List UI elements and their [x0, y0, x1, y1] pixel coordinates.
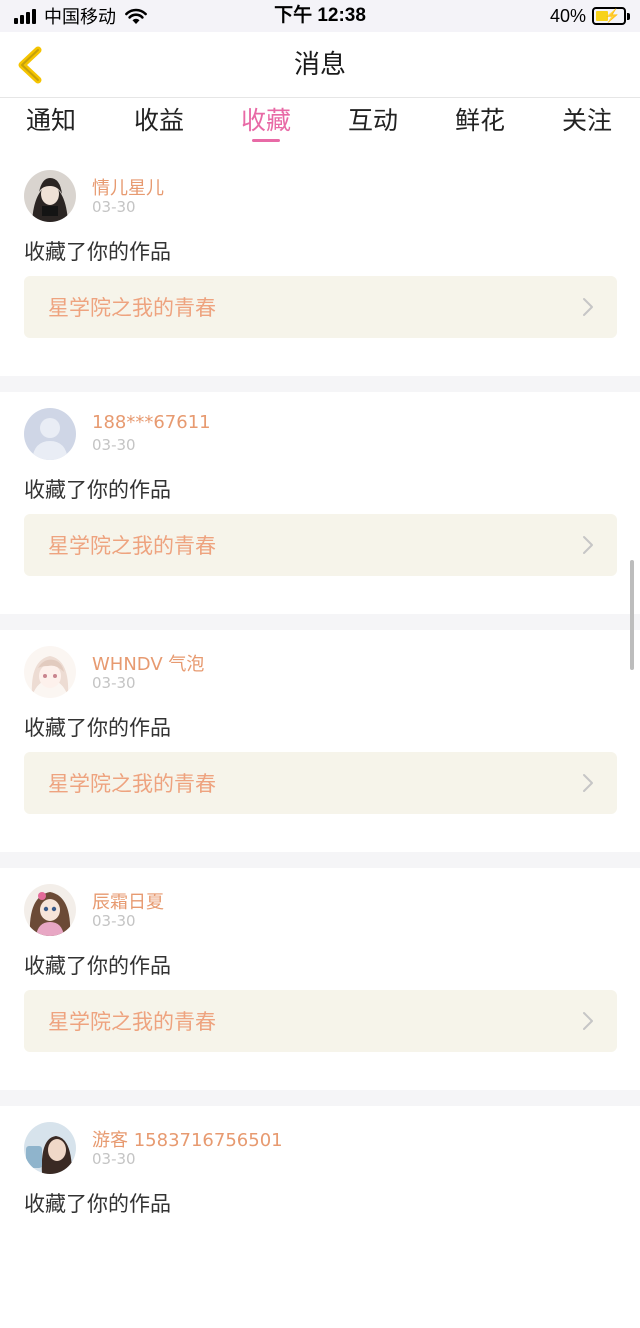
- work-title: 星学院之我的青春: [48, 772, 216, 796]
- tab-favorites[interactable]: 收藏: [221, 98, 311, 148]
- avatar[interactable]: [24, 1122, 76, 1174]
- username[interactable]: 情儿星儿: [92, 174, 164, 200]
- message-card: 游客 1583716756501 03-30 收藏了你的作品: [0, 1106, 640, 1328]
- work-link[interactable]: 星学院之我的青春: [24, 276, 617, 338]
- message-date: 03-30: [92, 912, 136, 930]
- card-separator: [0, 1090, 640, 1106]
- work-title: 星学院之我的青春: [48, 534, 216, 558]
- tab-flowers[interactable]: 鲜花: [435, 98, 525, 148]
- anime-girl-avatar: [24, 646, 76, 698]
- message-card: 188***67611 03-30 收藏了你的作品 星学院之我的青春: [0, 392, 640, 614]
- user-photo-avatar: [24, 1122, 76, 1174]
- battery-cap: [627, 12, 630, 20]
- avatar[interactable]: [24, 408, 76, 460]
- message-list: 情儿星儿 03-30 收藏了你的作品 星学院之我的青春 188***67611 …: [0, 154, 640, 1328]
- chevron-right-icon: [583, 298, 593, 316]
- tab-follows[interactable]: 关注: [542, 98, 632, 148]
- username[interactable]: 188***67611: [92, 412, 211, 433]
- page-title: 消息: [293, 50, 346, 80]
- message-card: 辰霜日夏 03-30 收藏了你的作品 星学院之我的青春: [0, 868, 640, 1090]
- battery-charging-icon: ⚡: [592, 7, 626, 25]
- tab-favorites-label: 收藏: [240, 106, 291, 135]
- tab-notifications[interactable]: 通知: [6, 98, 96, 148]
- default-user-avatar: [24, 408, 76, 460]
- message-action: 收藏了你的作品: [24, 1192, 171, 1216]
- avatar[interactable]: [24, 646, 76, 698]
- work-link[interactable]: 星学院之我的青春: [24, 990, 617, 1052]
- message-action: 收藏了你的作品: [24, 240, 171, 264]
- status-time: 下午 12:38: [274, 5, 366, 26]
- chevron-right-icon: [583, 536, 593, 554]
- chevron-right-icon: [583, 1012, 593, 1030]
- card-separator: [0, 614, 640, 630]
- tab-bar: 通知 收益 收藏 互动 鲜花 关注: [0, 98, 640, 154]
- message-date: 03-30: [92, 436, 136, 454]
- username[interactable]: 辰霜日夏: [92, 888, 164, 914]
- message-action: 收藏了你的作品: [24, 478, 171, 502]
- chevron-right-icon: [583, 774, 593, 792]
- avatar[interactable]: [24, 884, 76, 936]
- status-bar: 中国移动 下午 12:38 40% ⚡: [0, 0, 640, 32]
- work-link[interactable]: 星学院之我的青春: [24, 514, 617, 576]
- message-card: 情儿星儿 03-30 收藏了你的作品 星学院之我的青春: [0, 154, 640, 376]
- message-action: 收藏了你的作品: [24, 716, 171, 740]
- card-separator: [0, 852, 640, 868]
- battery-percentage: 40%: [549, 5, 586, 26]
- nav-bar: 消息: [0, 32, 640, 98]
- message-action: 收藏了你的作品: [24, 954, 171, 978]
- card-separator: [0, 376, 640, 392]
- tab-earnings[interactable]: 收益: [114, 98, 204, 148]
- username[interactable]: 游客 1583716756501: [92, 1126, 283, 1152]
- work-title: 星学院之我的青春: [48, 296, 216, 320]
- work-title: 星学院之我的青春: [48, 1010, 216, 1034]
- tab-interactions[interactable]: 互动: [328, 98, 418, 148]
- doll-avatar: [24, 884, 76, 936]
- work-link[interactable]: 星学院之我的青春: [24, 752, 617, 814]
- avatar[interactable]: [24, 170, 76, 222]
- status-right: 40% ⚡: [550, 4, 630, 28]
- user-photo-avatar: [24, 170, 76, 222]
- message-date: 03-30: [92, 674, 136, 692]
- username[interactable]: WHNDV 气泡: [92, 650, 204, 676]
- message-date: 03-30: [92, 1150, 136, 1168]
- tab-active-indicator: [252, 139, 280, 142]
- message-date: 03-30: [92, 198, 136, 216]
- message-card: WHNDV 气泡 03-30 收藏了你的作品 星学院之我的青春: [0, 630, 640, 852]
- scrollbar[interactable]: [630, 560, 634, 670]
